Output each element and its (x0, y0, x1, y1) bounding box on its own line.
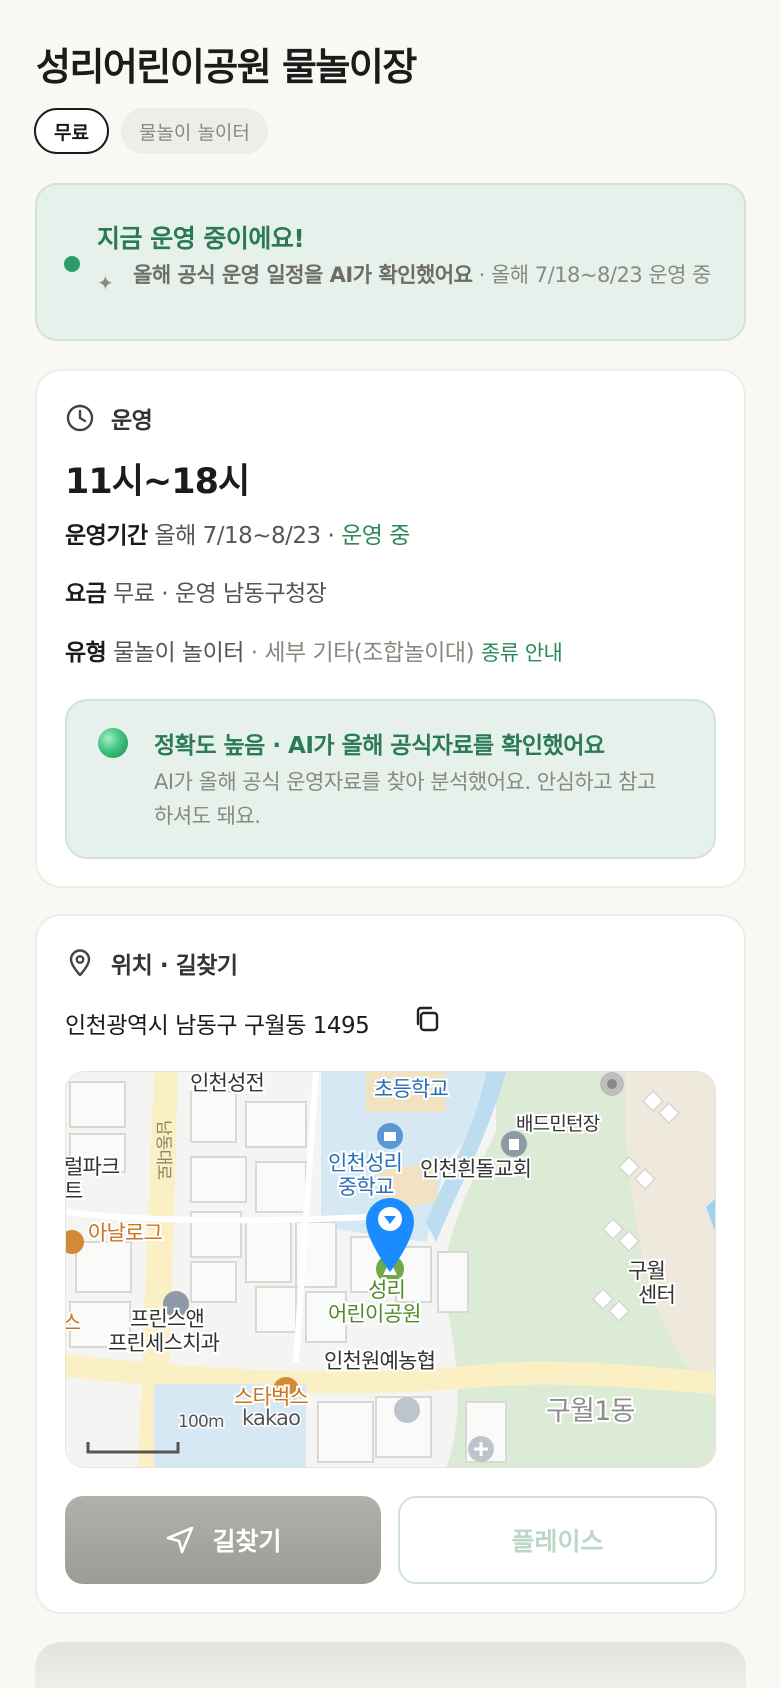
map-label-road: 남동대로 (153, 1120, 173, 1180)
status-banner: 지금 운영 중이에요! ✦ 올해 공식 운영 일정을 AI가 확인했어요 · 올… (35, 183, 746, 341)
tag-free[interactable]: 무료 (34, 108, 109, 154)
fee-key: 요금 (65, 581, 107, 607)
status-sub-bold: 올해 공식 운영 일정을 AI가 확인했어요 (133, 263, 473, 287)
status-sub-rest: · 올해 7/18~8/23 운영 중 (472, 263, 712, 287)
accuracy-box: 정확도 높음 · AI가 올해 공식자료를 확인했어요 AI가 올해 공식 운영… (65, 699, 716, 859)
route-button-label: 길찾기 (212, 1527, 282, 1556)
type-key: 유형 (65, 640, 107, 666)
map-label-elementary: 초등학교 (374, 1077, 449, 1101)
map-label-guwol-cut2: 센터 (638, 1283, 675, 1307)
map-label-park-cut2: 트 (66, 1179, 83, 1203)
map-label-park1: 성리 (368, 1278, 405, 1302)
status-title: 지금 운영 중이에요! (97, 224, 305, 253)
fee-row: 요금 무료 · 운영 남동구청장 (65, 574, 327, 608)
navigate-arrow-icon (167, 1526, 194, 1554)
map-label-s-cut: 스 (66, 1311, 81, 1335)
page-title: 성리어린이공원 물놀이장 (36, 45, 417, 89)
map-label-guwol-cut1: 구월 (628, 1259, 665, 1283)
type-row: 유형 물놀이 놀이터 · 세부 기타(조합놀이대) 종류 안내 (65, 633, 563, 667)
tag-list: 무료 물놀이 놀이터 (34, 108, 268, 154)
copy-icon[interactable] (412, 1004, 442, 1034)
accuracy-title: 정확도 높음 · AI가 올해 공식자료를 확인했어요 (154, 733, 605, 759)
period-status: 운영 중 (341, 523, 410, 549)
location-pin-icon (69, 949, 91, 977)
route-button[interactable]: 길찾기 (65, 1496, 381, 1584)
operation-section-label: 운영 (111, 408, 153, 434)
period-key: 운영기간 (65, 523, 148, 549)
clock-icon (66, 404, 94, 432)
map-view[interactable]: 인천성전 초등학교 배드민턴장 럴파크 트 남동대로 인천성리 중학교 인천흰돌… (65, 1071, 716, 1468)
map-label-prince1: 프린스앤 (130, 1307, 204, 1331)
location-card: 위치 · 길찾기 인천광역시 남동구 구월동 1495 인천성전 초등학교 배드… (35, 914, 746, 1614)
period-value: 올해 7/18~8/23 · (147, 523, 342, 549)
map-label-prince2: 프린세스치과 (108, 1331, 220, 1355)
map-label-analog: 아날로그 (88, 1221, 163, 1245)
map-label-park-cut: 럴파크 (66, 1155, 120, 1179)
map-label-badminton: 배드민턴장 (516, 1113, 600, 1135)
type-guide-link[interactable]: 종류 안내 (481, 641, 563, 665)
map-label-seongjeon: 인천성전 (190, 1072, 264, 1095)
map-brand-label: kakao (242, 1406, 300, 1430)
address-text: 인천광역시 남동구 구월동 1495 (65, 1013, 370, 1039)
operation-period-row: 운영기간 올해 7/18~8/23 · 운영 중 (65, 516, 410, 550)
type-value: 물놀이 놀이터 (106, 640, 244, 666)
fee-value: 무료 · 운영 남동구청장 (106, 581, 327, 607)
operation-card: 운영 11시~18시 운영기간 올해 7/18~8/23 · 운영 중 요금 무… (35, 369, 746, 888)
tag-category[interactable]: 물놀이 놀이터 (120, 108, 268, 154)
location-header: 위치 · 길찾기 (65, 946, 238, 980)
map-label-nonghyup: 인천원예농협 (324, 1349, 435, 1373)
accuracy-orb-icon (98, 728, 128, 758)
status-dot (64, 256, 80, 272)
operation-header: 운영 (65, 401, 153, 435)
status-subtext: 올해 공식 운영 일정을 AI가 확인했어요 · 올해 7/18~8/23 운영… (133, 261, 723, 289)
location-section-label: 위치 · 길찾기 (111, 953, 238, 979)
next-card-peek (35, 1642, 746, 1688)
accuracy-body: AI가 올해 공식 운영자료를 찾아 분석했어요. 안심하고 참고하셔도 돼요. (154, 770, 656, 828)
map-label-guwol1dong: 구월1동 (546, 1396, 635, 1427)
map-scale-label: 100m (178, 1412, 224, 1432)
operating-hours: 11시~18시 (65, 462, 250, 502)
map-label-middle1: 인천성리 (328, 1151, 402, 1175)
map-label-church: 인천흰돌교회 (420, 1157, 531, 1181)
sparkle-icon: ✦ (97, 271, 114, 295)
map-canvas[interactable]: 인천성전 초등학교 배드민턴장 럴파크 트 남동대로 인천성리 중학교 인천흰돌… (66, 1072, 716, 1468)
map-label-park2: 어린이공원 (328, 1302, 421, 1326)
place-button[interactable]: 플레이스 (398, 1496, 717, 1584)
type-detail: · 세부 기타(조합놀이대) (243, 640, 481, 666)
map-label-middle2: 중학교 (338, 1175, 394, 1199)
